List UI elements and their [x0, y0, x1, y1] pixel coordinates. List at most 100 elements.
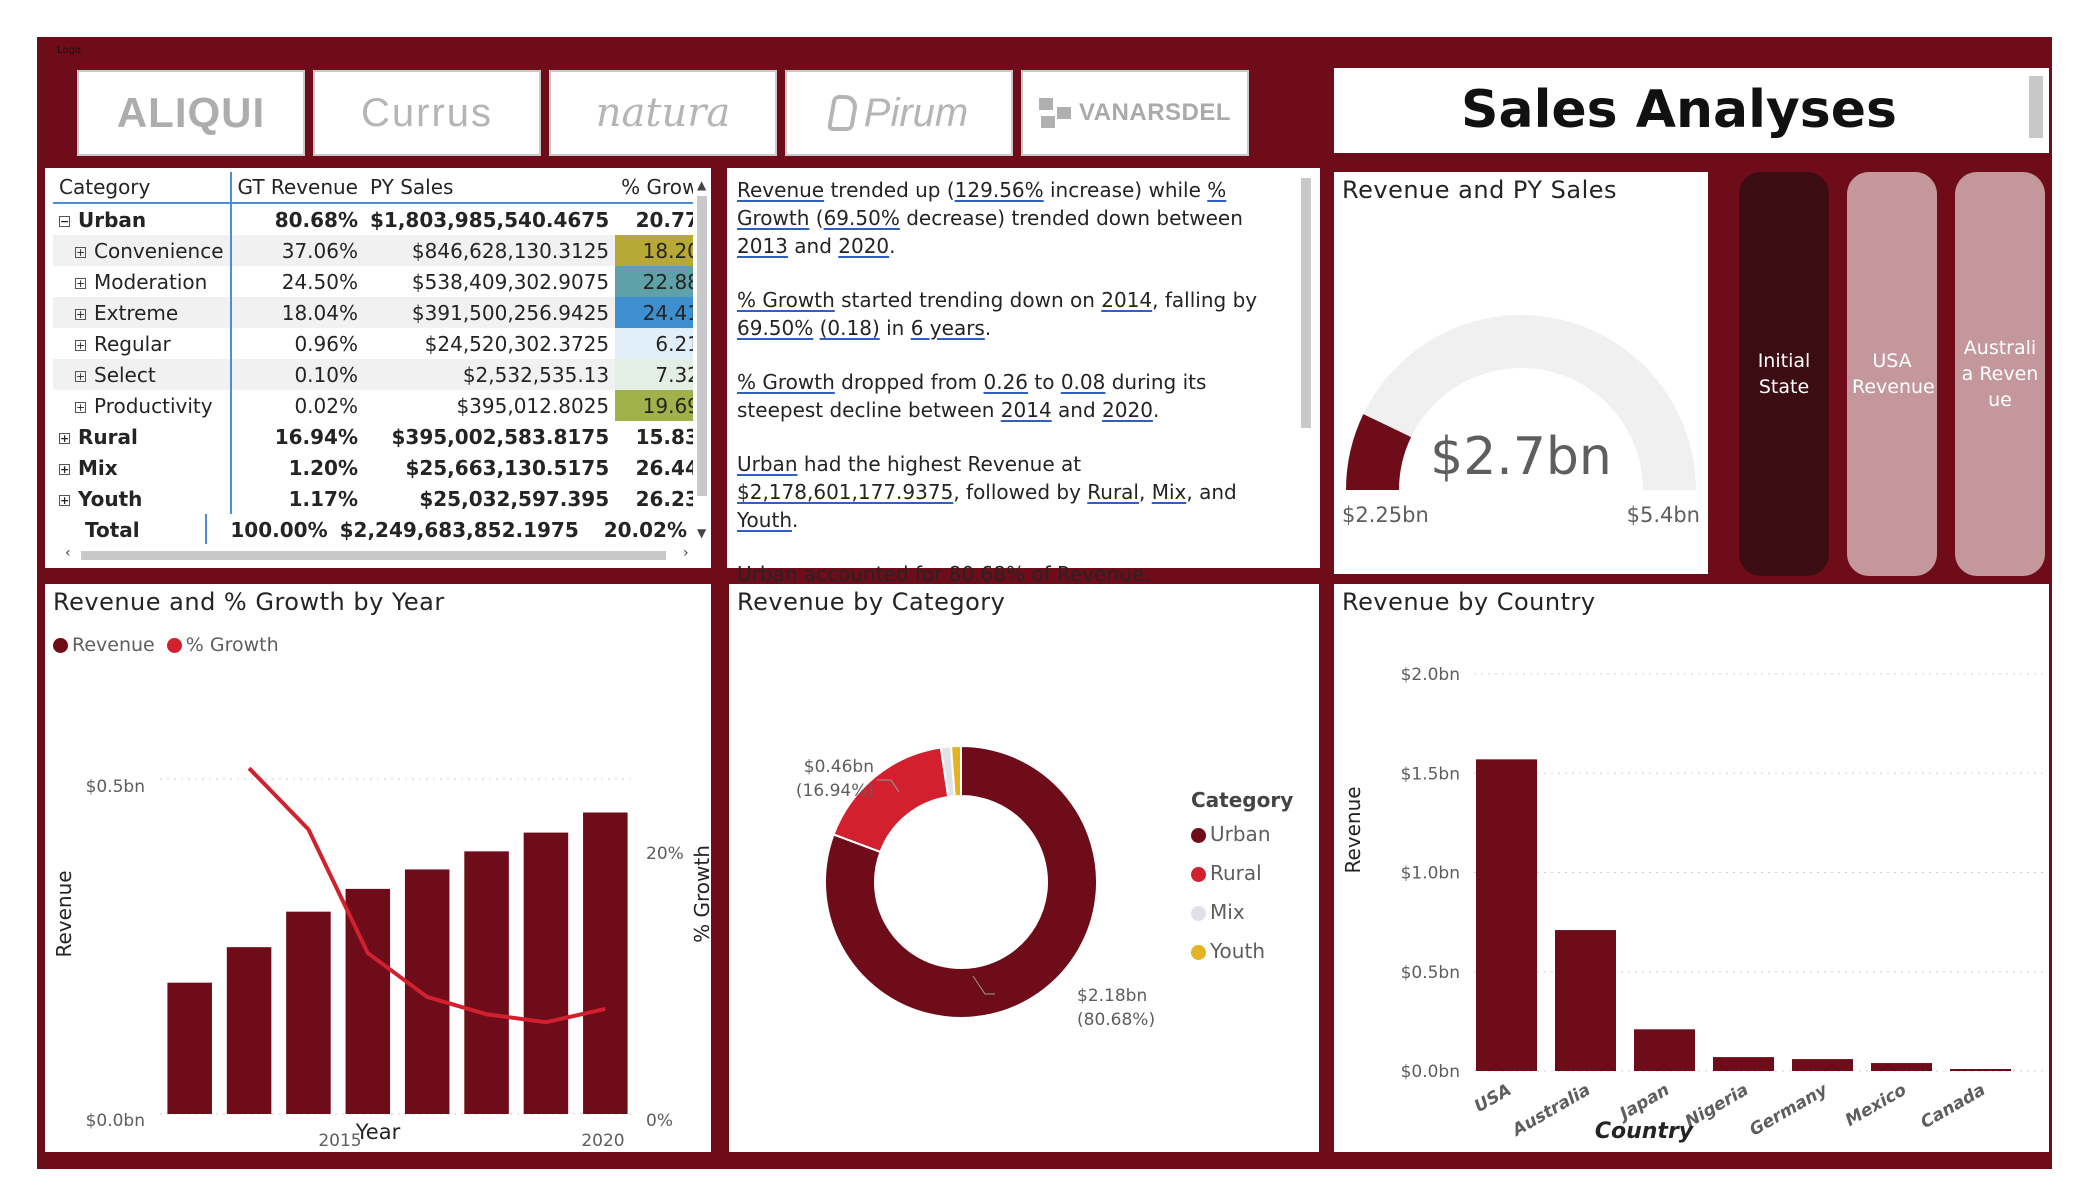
legend-youth[interactable]: Youth [1191, 932, 1293, 971]
expand-icon[interactable]: + [75, 401, 86, 413]
col-header-py-sales[interactable]: PY Sales [364, 172, 616, 204]
n2c: 2014 [1101, 288, 1153, 312]
table-row[interactable]: + Select 0.10%$2,532,535.137.32% [53, 359, 693, 390]
total-label: Total [85, 517, 140, 542]
country-bar-mexico[interactable] [1871, 1063, 1932, 1071]
expand-icon[interactable]: + [75, 277, 86, 289]
scroll-left-icon[interactable]: ‹ [65, 545, 71, 561]
matrix-hscroll[interactable]: ‹ › [65, 545, 695, 561]
year-bar-2014[interactable] [226, 947, 272, 1114]
n2g: (0.18) [819, 316, 880, 340]
expand-icon[interactable]: + [59, 494, 70, 506]
table-row[interactable]: + Rural 16.94% $395,002,583.8175 15.83% [53, 421, 693, 452]
vanarsdel-mark-icon [1038, 98, 1073, 128]
pirum-mark-icon [826, 95, 859, 131]
year-chart-plot[interactable]: $0.0bn $0.5bn 0% 20% 2015 2020 Revenue %… [45, 584, 711, 1152]
country-bar-usa[interactable] [1476, 759, 1537, 1071]
row-gt-revenue: 1.17% [229, 483, 364, 514]
row-category: + Rural [53, 421, 231, 452]
table-row[interactable]: + Extreme 18.04%$391,500,256.942524.41% [53, 297, 693, 328]
row-gt-revenue: 0.96% [229, 328, 364, 359]
table-row[interactable]: + Moderation 24.50% $538,409,302.907522.88% [53, 266, 693, 297]
country-bar-australia[interactable] [1555, 930, 1616, 1071]
report-canvas: Logo ALIQUI Currus natura Pirum VANARSDE… [37, 37, 2052, 1169]
row-growth: 15.83% [635, 424, 693, 449]
table-row[interactable]: −Urban80.68%$1,803,985,540.467520.77% [53, 203, 693, 235]
expand-icon[interactable]: + [75, 339, 86, 351]
scroll-down-icon[interactable]: ▼ [697, 526, 706, 540]
country-bar-germany[interactable] [1792, 1059, 1853, 1071]
logo-pirum[interactable]: Pirum [785, 70, 1013, 156]
logo-natura-text: natura [595, 90, 731, 136]
gauge-title: Revenue and PY Sales [1342, 176, 1618, 204]
table-row[interactable]: + Regular 0.96% $24,520,302.37256.21% [53, 328, 693, 359]
legend-urban[interactable]: Urban [1191, 815, 1293, 854]
year-bar-2017[interactable] [404, 869, 450, 1114]
matrix-vscroll[interactable]: ▲ ▼ [696, 178, 708, 540]
col-header-growth[interactable]: % Growth [615, 172, 693, 204]
n4a: Urban [737, 452, 798, 476]
expand-icon[interactable]: + [59, 463, 70, 475]
matrix-total-row: Total 100.00% $2,249,683,852.1975 20.02% [53, 514, 693, 544]
expand-icon[interactable]: + [75, 370, 86, 382]
n1a: Revenue [737, 178, 825, 202]
n2a: % Growth [737, 288, 835, 312]
n4c: $2,178,601,177.9375 [737, 480, 954, 504]
n3d: to [1028, 370, 1061, 394]
country-bar-japan[interactable] [1634, 1029, 1695, 1071]
year-ytick-1: $0.5bn [86, 777, 145, 797]
logo-currus[interactable]: Currus [313, 70, 541, 156]
year-y2label: % Growth [690, 845, 711, 943]
legend-mix[interactable]: Mix [1191, 893, 1293, 932]
logo-aliqui[interactable]: ALIQUI [77, 70, 305, 156]
row-py-sales: $2,532,535.13 [364, 359, 616, 390]
logo-caption: Logo [57, 45, 81, 56]
year-bar-2015[interactable] [286, 911, 331, 1114]
row-category: + Mix [53, 452, 231, 483]
year-bar-2019[interactable] [523, 832, 569, 1114]
collapse-icon[interactable]: − [59, 215, 70, 227]
table-row[interactable]: + Convenience37.06%$846,628,130.312518.20… [53, 235, 693, 266]
legend-urban-label: Urban [1210, 822, 1271, 846]
table-row[interactable]: + Mix 1.20% $25,663,130.5175 26.44% [53, 452, 693, 483]
row-growth: 22.88% [615, 266, 693, 297]
gauge-min: $2.25bn [1342, 503, 1429, 527]
bookmark-australia-revenue-label: Australia Revenue [1961, 337, 2039, 411]
table-row[interactable]: + Productivity 0.02% $395,012.802519.69% [53, 390, 693, 421]
scroll-right-icon[interactable]: › [683, 545, 689, 561]
col-header-gt-revenue[interactable]: GT Revenue [229, 172, 364, 204]
bookmark-usa-revenue[interactable]: USA Revenue [1847, 172, 1937, 576]
n5b: accounted for [797, 562, 949, 586]
col-header-category[interactable]: Category [53, 172, 231, 204]
expand-icon[interactable]: + [59, 432, 70, 444]
row-gt-revenue: 80.68% [229, 203, 364, 235]
total-growth: 20.02% [603, 517, 687, 542]
year-bar-2020[interactable] [583, 812, 628, 1115]
matrix-vscroll-thumb[interactable] [697, 196, 707, 496]
bookmark-initial-state[interactable]: Initial State [1739, 172, 1829, 576]
matrix-hscroll-thumb[interactable] [81, 551, 666, 560]
title-scroll-handle[interactable] [2029, 76, 2043, 138]
legend-rural[interactable]: Rural [1191, 854, 1293, 893]
bookmark-australia-revenue[interactable]: Australia Revenue [1955, 172, 2045, 576]
country-bar-nigeria[interactable] [1713, 1057, 1774, 1071]
narrative-para-3: % Growth dropped from 0.26 to 0.08 durin… [737, 368, 1287, 424]
table-row[interactable]: + Youth 1.17% $25,032,597.395 26.23% [53, 483, 693, 514]
gauge-value: $2.7bn [1430, 427, 1612, 487]
narrative-scroll-thumb[interactable] [1301, 178, 1311, 428]
scroll-up-icon[interactable]: ▲ [697, 178, 706, 192]
gauge-chart[interactable]: $2.7bn $2.25bn $5.4bn [1334, 212, 1708, 552]
page-title: Sales Analyses [1461, 80, 1897, 140]
logo-natura[interactable]: natura [549, 70, 777, 156]
year-bar-2013[interactable] [167, 982, 212, 1114]
year-bar-2018[interactable] [464, 851, 509, 1114]
row-category: + Select [53, 359, 231, 390]
category-chart-card: Revenue by Category $0.46bn (16.94%) $2.… [729, 584, 1319, 1152]
expand-icon[interactable]: + [75, 246, 86, 258]
expand-icon[interactable]: + [75, 308, 86, 320]
country-chart-plot[interactable]: $0.0bn$0.5bn$1.0bn$1.5bn$2.0bn USAAustra… [1334, 584, 2049, 1152]
legend-urban-dot [1191, 828, 1206, 843]
country-bar-canada[interactable] [1950, 1069, 2011, 1072]
logo-vanarsdel[interactable]: VANARSDEL [1021, 70, 1249, 156]
n1d: increase) while [1043, 178, 1208, 202]
